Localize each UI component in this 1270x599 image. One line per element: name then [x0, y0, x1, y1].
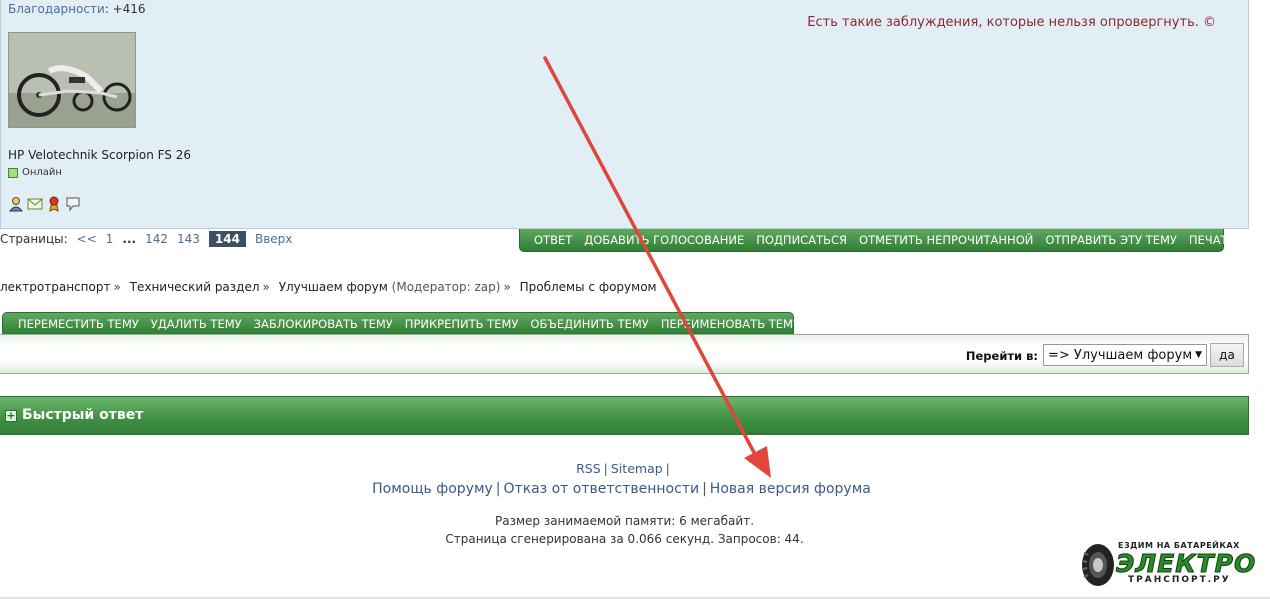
- moderation-bar: ПЕРЕМЕСТИТЬ ТЕМУ УДАЛИТЬ ТЕМУ ЗАБЛОКИРОВ…: [2, 312, 800, 334]
- generation-stat: Страница сгенерирована за 0.066 секунд. …: [445, 532, 804, 546]
- email-icon[interactable]: [27, 196, 43, 212]
- jump-go-button[interactable]: да: [1210, 343, 1244, 367]
- page-142[interactable]: 142: [145, 232, 168, 246]
- footer-links-secondary: Помощь форуму | Отказ от ответственности | Н…: [372, 481, 871, 497]
- username[interactable]: HP Velotechnik Scorpion FS 26: [8, 148, 191, 162]
- lock-topic-button[interactable]: ЗАБЛОКИРОВАТЬ ТЕМУ: [254, 317, 393, 331]
- disclaimer-link[interactable]: Отказ от ответственности: [504, 481, 700, 497]
- karma-icon[interactable]: [46, 196, 62, 212]
- thanks-value: : +416: [104, 2, 146, 16]
- quick-reply-title[interactable]: Быстрый ответ: [22, 407, 143, 423]
- thanks-label[interactable]: Благодарности: [8, 2, 105, 16]
- post-icons: [8, 196, 81, 212]
- signature: Есть такие заблуждения, которые нельзя о…: [807, 15, 1216, 30]
- print-button[interactable]: ПЕЧАТЬ: [1189, 233, 1236, 247]
- jump-bar: Перейти в: => Улучшаем форум ▼ да: [0, 334, 1249, 374]
- send-topic-button[interactable]: ОТПРАВИТЬ ЭТУ ТЕМУ: [1045, 233, 1177, 247]
- jump-select[interactable]: => Улучшаем форум ▼: [1043, 344, 1207, 366]
- subscribe-button[interactable]: ПОДПИСАТЬСЯ: [756, 233, 847, 247]
- page-ellipsis: ...: [122, 232, 137, 246]
- avatar: [8, 32, 136, 128]
- quick-reply-header[interactable]: + Быстрый ответ: [0, 396, 1249, 435]
- breadcrumb-root[interactable]: лектротранспорт: [0, 280, 110, 294]
- pin-topic-button[interactable]: ПРИКРЕПИТЬ ТЕМУ: [405, 317, 519, 331]
- tire-icon: [1082, 544, 1114, 586]
- thanks-counter: Благодарности: +416: [8, 2, 146, 16]
- logo-title: ЭЛЕКТРО: [1115, 549, 1257, 579]
- merge-topic-button[interactable]: ОБЪЕДИНИТЬ ТЕМУ: [530, 317, 648, 331]
- profile-icon[interactable]: [8, 196, 24, 212]
- breadcrumb-moderator[interactable]: (Модератор: zap): [392, 280, 501, 294]
- breadcrumb: лектротранспорт» Технический раздел» Улу…: [0, 280, 657, 294]
- pagination: Страницы: << 1 ... 142 143 144 Вверх: [0, 230, 301, 248]
- delete-topic-button[interactable]: УДАЛИТЬ ТЕМУ: [151, 317, 242, 331]
- site-logo[interactable]: ЕЗДИМ НА БАТАРЕЙКАХ ЭЛЕКТРО ТРАНСПОРТ.РУ: [1080, 541, 1256, 587]
- new-version-link[interactable]: Новая версия форума: [710, 481, 871, 497]
- breadcrumb-topic[interactable]: Проблемы с форумом: [520, 280, 657, 294]
- page-1[interactable]: 1: [106, 232, 114, 246]
- page-143[interactable]: 143: [177, 232, 200, 246]
- status-text: Онлайн: [22, 167, 62, 178]
- go-top-link[interactable]: Вверх: [255, 232, 292, 246]
- post-block: Благодарности: +416 HP Velotechnik Scorp…: [0, 0, 1249, 229]
- move-topic-button[interactable]: ПЕРЕМЕСТИТЬ ТЕМУ: [18, 317, 139, 331]
- mark-unread-button[interactable]: ОТМЕТИТЬ НЕПРОЧИТАННОЙ: [859, 233, 1033, 247]
- expand-icon[interactable]: +: [5, 410, 17, 422]
- jump-label: Перейти в:: [965, 349, 1038, 363]
- dropdown-arrow-icon: ▼: [1195, 350, 1202, 360]
- online-dot-icon: [8, 167, 18, 178]
- rename-topic-button[interactable]: ПЕРЕИМЕНОВАТЬ ТЕМУ: [661, 317, 800, 331]
- memory-stat: Размер занимаемой памяти: 6 мегабайт.: [494, 514, 755, 528]
- logo-subtitle: ТРАНСПОРТ.РУ: [1128, 575, 1231, 585]
- help-link[interactable]: Помощь форуму: [372, 481, 493, 497]
- rss-link[interactable]: RSS: [576, 461, 601, 476]
- add-poll-button[interactable]: ДОБАВИТЬ ГОЛОСОВАНИЕ: [584, 233, 744, 247]
- breadcrumb-forum[interactable]: Улучшаем форум: [279, 280, 388, 294]
- sitemap-link[interactable]: Sitemap: [611, 461, 663, 476]
- jump-selected-value: => Улучшаем форум: [1048, 347, 1193, 363]
- message-icon[interactable]: [65, 196, 81, 212]
- reply-button[interactable]: ОТВЕТ: [534, 233, 572, 247]
- footer-links-primary: RSS | Sitemap |: [576, 461, 670, 476]
- topic-action-bar: ОТВЕТ ДОБАВИТЬ ГОЛОСОВАНИЕ ПОДПИСАТЬСЯ О…: [519, 229, 1235, 252]
- page-prev[interactable]: <<: [77, 232, 97, 246]
- pagination-label: Страницы:: [0, 232, 68, 246]
- online-status: Онлайн: [8, 167, 62, 178]
- page-current: 144: [208, 231, 246, 247]
- breadcrumb-tech[interactable]: Технический раздел: [130, 280, 260, 294]
